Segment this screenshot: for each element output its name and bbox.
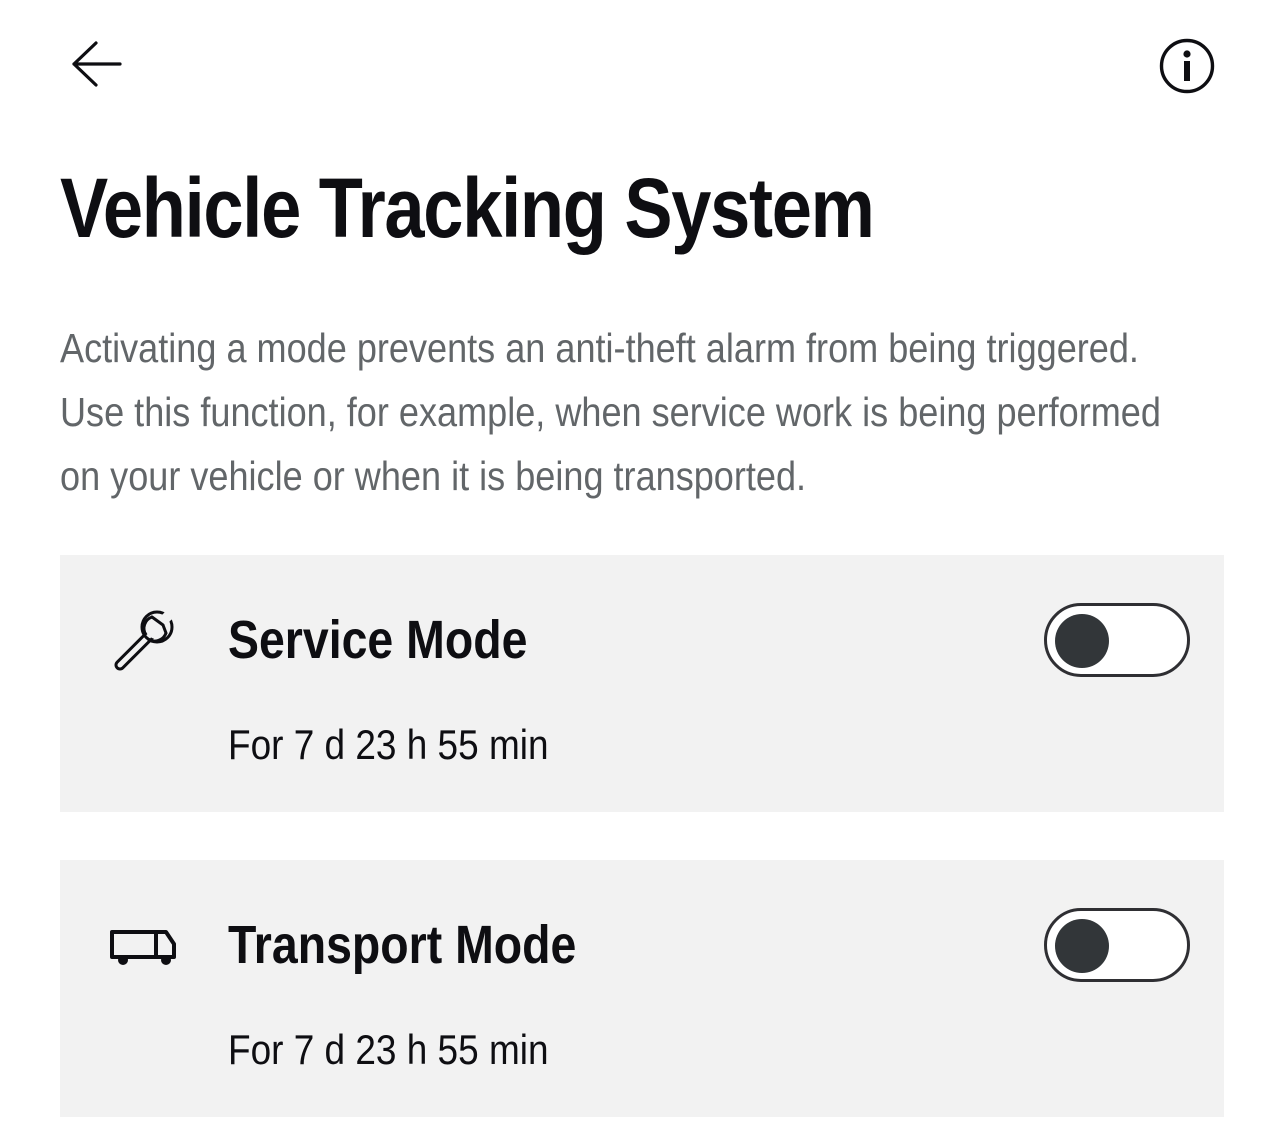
transport-mode-toggle[interactable] <box>1044 908 1190 982</box>
transport-mode-card: Transport Mode For 7 d 23 h 55 min <box>60 860 1224 1117</box>
transport-mode-duration: For 7 d 23 h 55 min <box>228 1026 549 1073</box>
service-mode-title: Service Mode <box>228 610 528 670</box>
service-mode-duration: For 7 d 23 h 55 min <box>228 721 549 768</box>
arrow-left-icon <box>72 41 122 87</box>
transport-mode-title: Transport Mode <box>228 915 577 975</box>
back-button[interactable] <box>60 34 130 94</box>
page-description: Activating a mode prevents an anti-theft… <box>60 325 1161 499</box>
wrench-icon <box>114 607 177 671</box>
toggle-knob <box>1055 919 1109 973</box>
truck-icon <box>110 930 176 965</box>
service-mode-card: Service Mode For 7 d 23 h 55 min <box>60 555 1224 812</box>
service-mode-toggle[interactable] <box>1044 603 1190 677</box>
toggle-knob <box>1055 614 1109 668</box>
info-circle-icon <box>1159 38 1215 94</box>
page-title: Vehicle Tracking System <box>60 161 875 255</box>
info-button[interactable] <box>1155 36 1219 100</box>
